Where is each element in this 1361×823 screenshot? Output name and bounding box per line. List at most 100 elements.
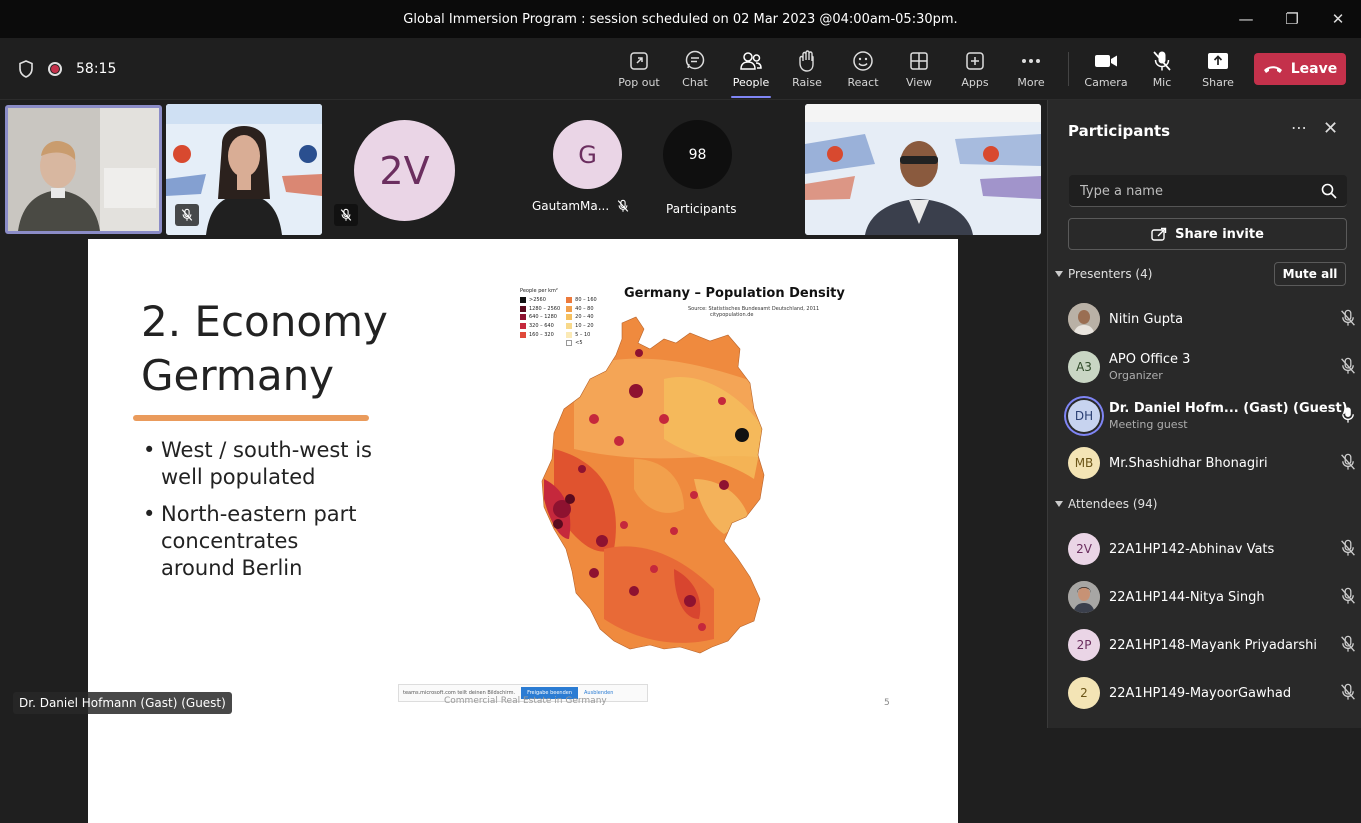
speaker-video	[8, 108, 159, 231]
share-icon	[1208, 52, 1228, 69]
minimize-button[interactable]: —	[1223, 0, 1269, 38]
avatar	[1068, 303, 1100, 335]
participant-row[interactable]: 2V 22A1HP142-Abhinav Vats	[1068, 529, 1355, 569]
participant-row[interactable]: A3 APO Office 3 Organizer	[1068, 347, 1355, 387]
apps-button[interactable]: Apps	[947, 38, 1003, 100]
camera-icon	[1095, 54, 1117, 67]
video-tile-speaker[interactable]	[5, 105, 162, 234]
participant-search[interactable]	[1069, 175, 1347, 207]
participant-name: Nitin Gupta	[1109, 311, 1184, 327]
mic-off-badge	[334, 204, 358, 226]
more-button[interactable]: More	[1003, 38, 1059, 100]
pop-out-icon	[630, 51, 648, 70]
panel-close-icon[interactable]: ✕	[1323, 118, 1338, 139]
mic-off-icon	[1341, 357, 1355, 374]
leave-button[interactable]: Leave	[1254, 53, 1346, 85]
raise-label: Raise	[792, 75, 822, 89]
phone-hangup-icon	[1263, 66, 1282, 73]
mic-off-icon	[340, 208, 352, 221]
meeting-toolbar: 58:15 Pop out Chat People Raise React Vi…	[0, 38, 1361, 100]
participant-role: Organizer	[1109, 369, 1163, 382]
window-title: Global Immersion Program : session sched…	[403, 11, 958, 27]
view-icon	[910, 51, 928, 70]
participants-panel: Participants ⋯ ✕ Share invite Presenters…	[1047, 100, 1361, 728]
raise-hand-icon	[799, 49, 814, 72]
overflow-participants-tile[interactable]: 98 Participants	[660, 110, 736, 230]
avatar-tile-g[interactable]: G GautamMa...	[532, 110, 642, 230]
slide-title-line1: 2. Economy	[141, 297, 388, 346]
apps-label: Apps	[961, 75, 989, 89]
share-invite-label: Share invite	[1175, 226, 1264, 242]
camera-button[interactable]: Camera	[1078, 38, 1134, 100]
search-icon	[1321, 183, 1337, 199]
more-label: More	[1017, 75, 1045, 89]
avatar: 2P	[1068, 629, 1100, 661]
participant-name: Mr.Shashidhar Bhonagiri	[1109, 455, 1268, 471]
react-button[interactable]: React	[835, 38, 891, 100]
video-tile-host[interactable]	[805, 104, 1041, 235]
slide-title-line2: Germany	[141, 351, 335, 400]
participant-row[interactable]: 2P 22A1HP148-Mayank Priyadarshi	[1068, 625, 1355, 665]
avatar-2v: 2V	[354, 120, 455, 221]
camera-label: Camera	[1084, 75, 1128, 89]
slide-bullets: West / south-west is well populated Nort…	[143, 437, 373, 592]
view-button[interactable]: View	[891, 38, 947, 100]
search-input[interactable]	[1069, 175, 1299, 207]
bullet-item: West / south-west is well populated	[143, 437, 373, 491]
people-icon	[740, 51, 762, 70]
avatar-tile-2v[interactable]: 2V	[333, 104, 473, 235]
pop-out-button[interactable]: Pop out	[611, 38, 667, 100]
leave-label: Leave	[1290, 61, 1338, 77]
mic-off-icon	[181, 208, 193, 221]
participant-row[interactable]: 22A1HP144-Nitya Singh	[1068, 577, 1355, 617]
chat-label: Chat	[682, 75, 708, 89]
avatar-g: G	[553, 120, 622, 189]
apps-icon	[966, 51, 984, 70]
more-icon	[1022, 58, 1040, 63]
panel-more-options-icon[interactable]: ⋯	[1291, 118, 1307, 137]
avatar: 2	[1068, 677, 1100, 709]
people-label: People	[732, 75, 770, 89]
share-invite-icon	[1151, 227, 1167, 241]
share-button[interactable]: Share	[1190, 38, 1246, 100]
maximize-button[interactable]: ❐	[1269, 0, 1315, 38]
mic-label: Mic	[1152, 75, 1172, 89]
mic-button[interactable]: Mic	[1134, 38, 1190, 100]
participant-row[interactable]: MB Mr.Shashidhar Bhonagiri	[1068, 443, 1355, 483]
participant-row[interactable]: Nitin Gupta	[1068, 299, 1355, 339]
panel-title: Participants	[1068, 122, 1171, 140]
map-title: Germany – Population Density	[624, 286, 845, 301]
avatar	[1068, 581, 1100, 613]
participant-role: Meeting guest	[1109, 418, 1188, 431]
title-bar: Global Immersion Program : session sched…	[0, 0, 1361, 38]
video-tile-participant[interactable]	[166, 104, 322, 235]
participant-name: 22A1HP149-MayoorGawhad	[1109, 685, 1292, 701]
legend-row: 80 – 160	[566, 296, 597, 305]
react-icon	[853, 50, 873, 71]
mute-all-button[interactable]: Mute all	[1274, 262, 1346, 286]
slide-footer: Commercial Real Estate in Germany	[444, 696, 607, 706]
react-label: React	[847, 75, 879, 89]
participant-row[interactable]: 2 22A1HP149-MayoorGawhad	[1068, 673, 1355, 713]
avatar: 2V	[1068, 533, 1100, 565]
raise-hand-button[interactable]: Raise	[779, 38, 835, 100]
participant-name: APO Office 3	[1109, 352, 1191, 367]
profile-photo-icon	[1068, 303, 1100, 335]
shared-screen-slide: 2. Economy Germany West / south-west is …	[88, 239, 958, 823]
legend-row: >2560	[520, 296, 560, 305]
profile-photo-icon	[1068, 581, 1100, 613]
chevron-down-icon	[1055, 501, 1063, 507]
mic-off-icon	[1341, 453, 1355, 470]
presenters-section-header[interactable]: Presenters (4)	[1055, 267, 1152, 281]
close-window-button[interactable]: ✕	[1315, 0, 1361, 38]
participant-row[interactable]: DH Dr. Daniel Hofm... (Gast) (Guest) Mee…	[1068, 396, 1354, 436]
view-label: View	[905, 75, 933, 89]
attendees-section-header[interactable]: Attendees (94)	[1055, 497, 1157, 511]
share-invite-button[interactable]: Share invite	[1068, 218, 1347, 250]
mic-on-icon	[1342, 407, 1354, 423]
participant-name: Dr. Daniel Hofm... (Gast) (Guest)	[1109, 401, 1348, 416]
people-button[interactable]: People	[723, 38, 779, 100]
chat-button[interactable]: Chat	[667, 38, 723, 100]
participant-name: 22A1HP142-Abhinav Vats	[1109, 541, 1275, 557]
share-label: Share	[1202, 75, 1234, 89]
